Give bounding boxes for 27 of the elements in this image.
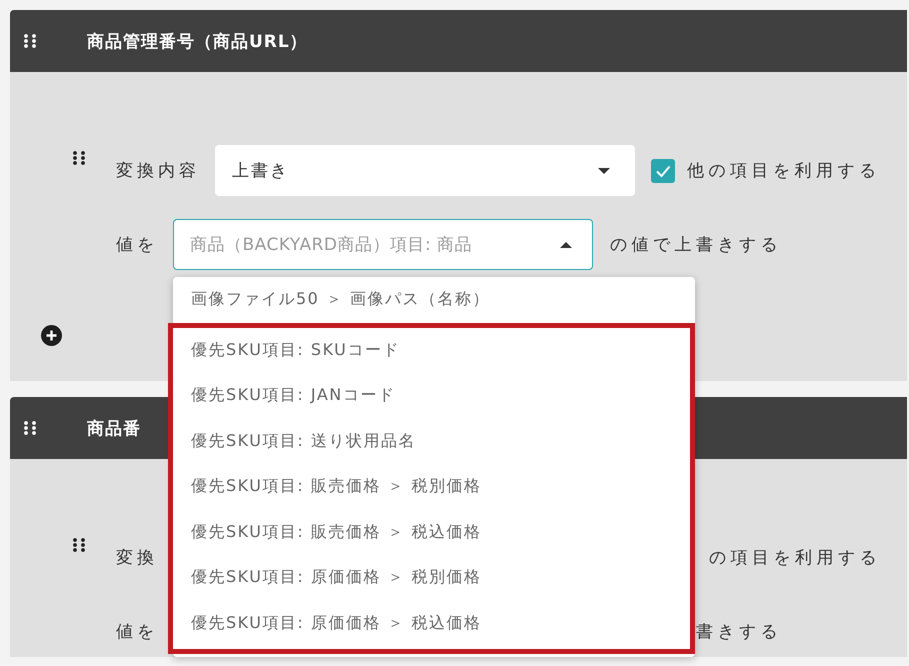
checkbox[interactable] <box>651 158 675 182</box>
menu-option[interactable]: 画像ファイル50 ＞ 画像パス（名称） <box>173 277 695 322</box>
field-suffix: の値で上書きする <box>610 234 782 256</box>
checkbox-label: の項目を利用する <box>709 547 881 569</box>
field-label: 値を <box>116 234 158 256</box>
caret-icon <box>598 168 610 174</box>
drag-handle-icon[interactable] <box>73 151 85 165</box>
field-label: 値を <box>116 621 158 643</box>
value-field[interactable]: 商品（BACKYARD商品）項目: 商品 <box>173 219 593 270</box>
menu-option[interactable]: 優先SKU項目: 販売価格 ＞ 税込価格 <box>173 510 690 555</box>
menu-option[interactable]: 優先SKU項目: JANコード <box>173 373 690 418</box>
add-icon[interactable] <box>41 325 62 346</box>
section-title: 商品管理番号（商品URL） <box>87 30 308 52</box>
menu-option[interactable]: 優先SKU項目: 販売価格 ＞ 税別価格 <box>173 464 690 510</box>
drag-handle-icon[interactable] <box>73 538 85 552</box>
menu-option[interactable]: 優先SKU項目: 送り状用品名 <box>173 418 690 464</box>
drag-handle-icon[interactable] <box>24 421 36 435</box>
field-suffix: 書きする <box>696 621 782 643</box>
section-title: 商品番 <box>87 418 141 440</box>
menu-option[interactable]: 優先SKU項目: 原価価格 ＞ 税込価格 <box>173 600 690 646</box>
drag-handle-icon[interactable] <box>24 34 36 48</box>
checkbox-label: 他の項目を利用する <box>687 160 880 182</box>
field-label: 変換内容 <box>116 160 200 182</box>
field-label: 変換 <box>116 547 158 569</box>
menu-option[interactable]: 優先SKU項目: 原価価格 ＞ 税別価格 <box>173 555 690 600</box>
menu-option[interactable]: 優先SKU項目: SKUコード <box>173 328 690 373</box>
conversion-select[interactable]: 上書き <box>215 145 635 196</box>
